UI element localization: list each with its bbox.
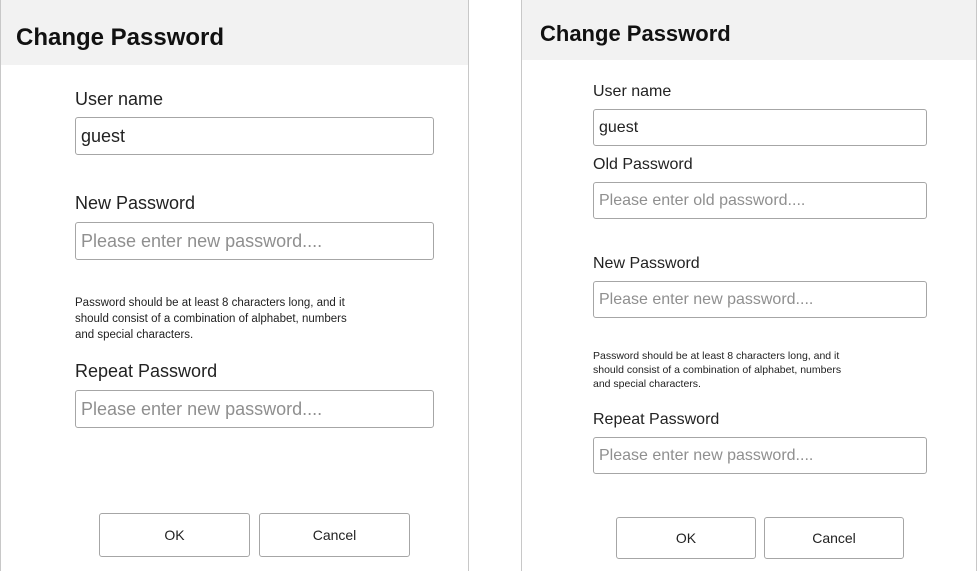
new-password-label: New Password [593,255,700,272]
ok-button[interactable]: OK [616,517,756,559]
new-password-label: New Password [75,193,196,213]
old-password-label: Old Password [593,156,693,173]
password-hint-line: should consist of a combination of alpha… [593,364,842,376]
username-input[interactable] [75,117,434,155]
change-password-dialog-left: Change Password User name New Password P… [0,0,469,571]
old-password-input[interactable] [593,182,927,219]
cancel-button[interactable]: Cancel [764,517,904,559]
username-label: User name [593,83,672,100]
dialog-title: Change Password [540,21,731,46]
repeat-password-label: Repeat Password [593,411,720,428]
repeat-password-label: Repeat Password [75,361,218,381]
dialog-titlebar: Change Password [522,0,976,60]
new-password-input[interactable] [593,281,927,318]
username-label: User name [75,89,164,109]
password-hint-line: Password should be at least 8 characters… [593,350,840,362]
repeat-password-input[interactable] [75,390,434,428]
dialog-titlebar: Change Password [1,0,468,65]
password-hint-line: should consist of a combination of alpha… [75,313,347,325]
username-input[interactable] [593,109,927,146]
change-password-dialog-right: Change Password User name Old Password N… [521,0,977,571]
cancel-button[interactable]: Cancel [259,513,410,557]
password-hint-line: and special characters. [593,378,701,390]
password-hint: Password should be at least 8 characters… [593,349,841,391]
password-hint-line: and special characters. [75,329,194,341]
ok-button[interactable]: OK [99,513,250,557]
password-hint-line: Password should be at least 8 characters… [75,297,345,309]
password-hint: Password should be at least 8 characters… [75,295,347,343]
repeat-password-input[interactable] [593,437,927,474]
new-password-input[interactable] [75,222,434,260]
dialog-title: Change Password [16,24,225,51]
